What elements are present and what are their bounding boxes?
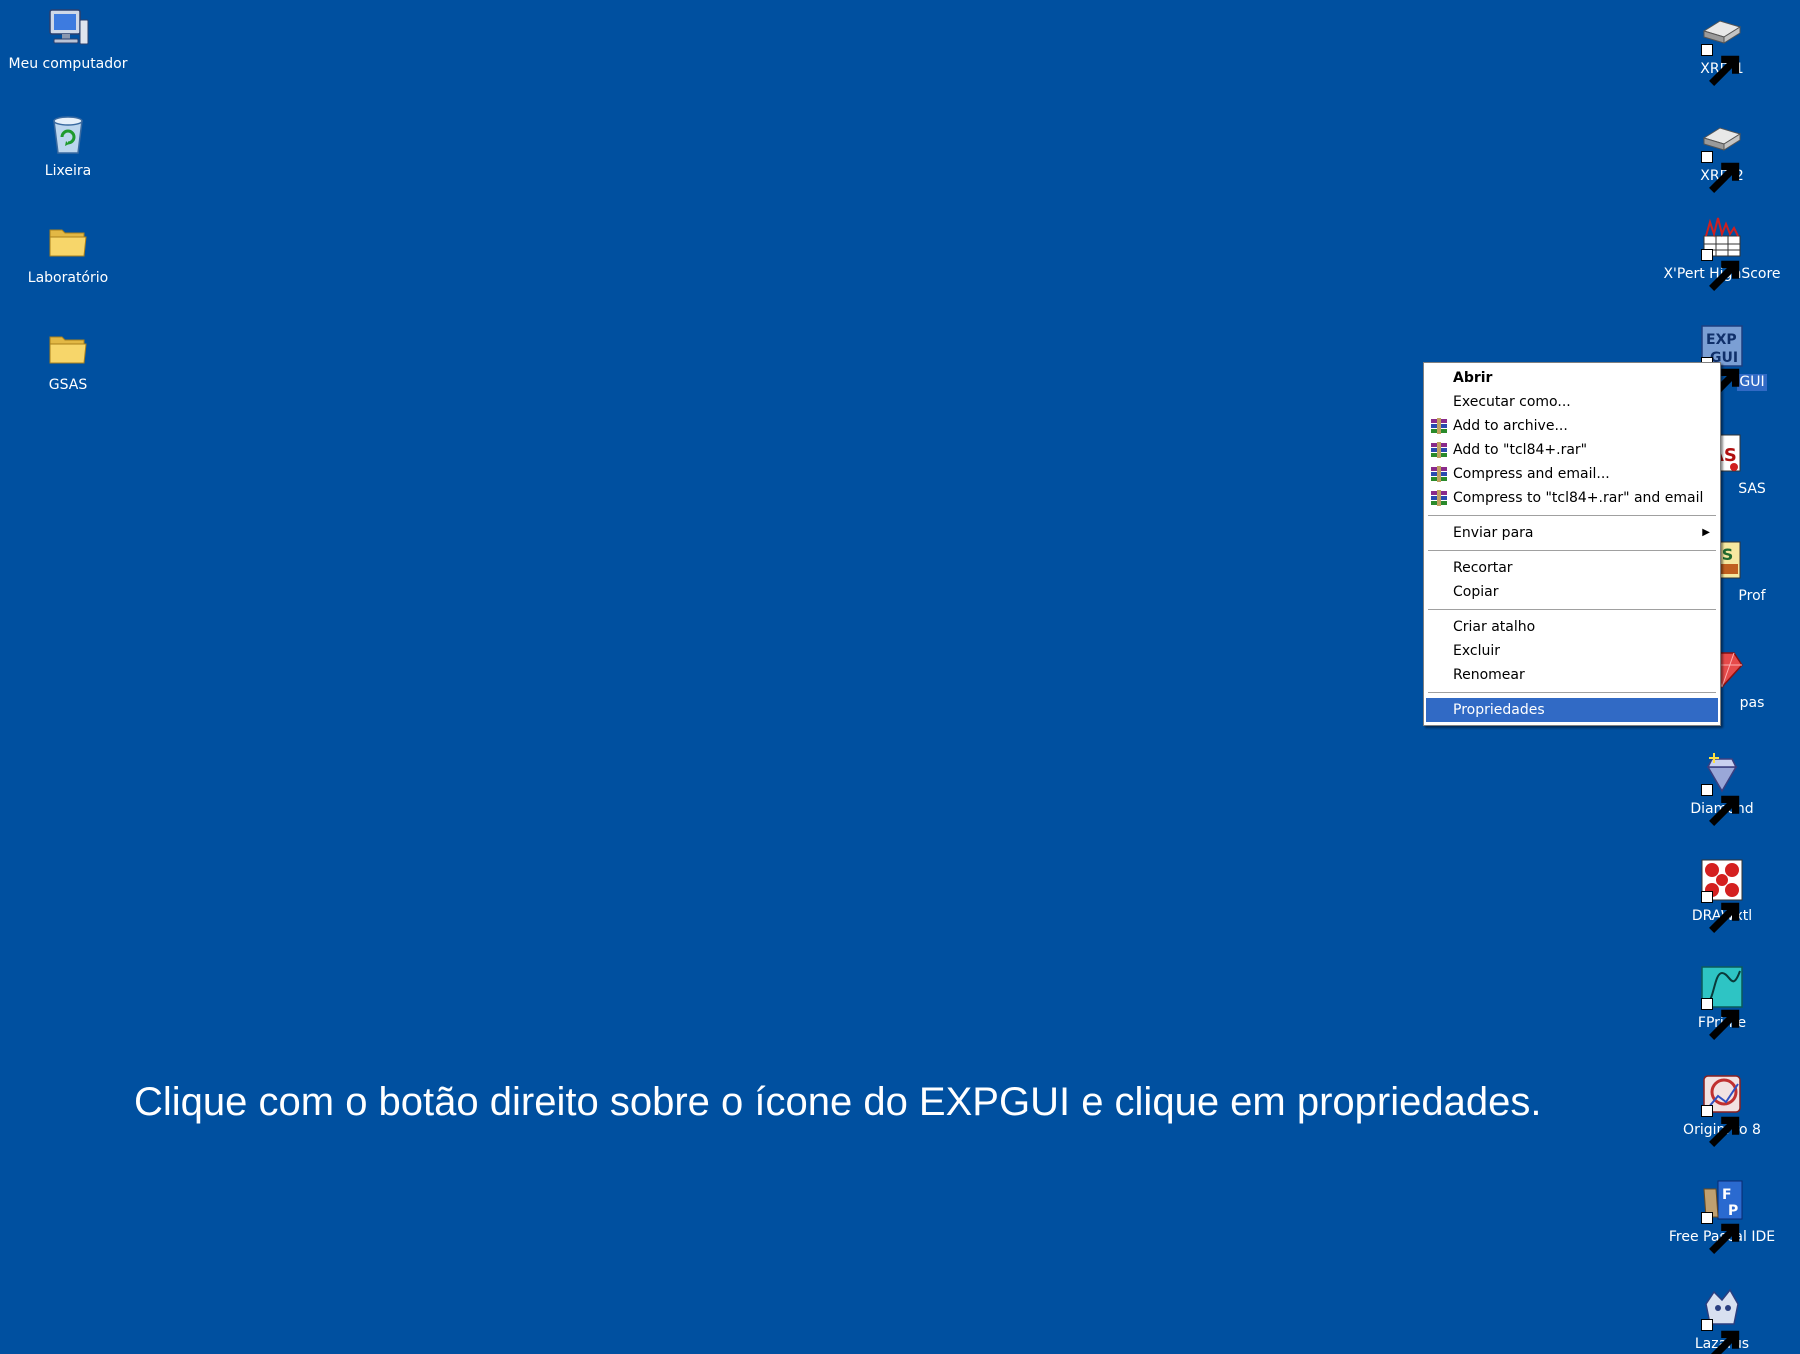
- drive-icon: [1698, 116, 1746, 193]
- svg-text:F: F: [1722, 1187, 1732, 1203]
- menu-item-label: Abrir: [1453, 370, 1493, 386]
- menu-item-renomear[interactable]: Renomear: [1426, 663, 1718, 687]
- desktop-icon-gsas-folder[interactable]: GSAS: [3, 325, 133, 394]
- winrar-icon: [1430, 442, 1448, 458]
- desktop-icon-originpro[interactable]: OriginPro 8: [1657, 1070, 1787, 1147]
- shortcut-arrow-icon: [1701, 1105, 1740, 1147]
- desktop-icon-label: Prof: [1738, 588, 1766, 604]
- folder-icon: [44, 325, 92, 373]
- recycle-bin-icon: [44, 111, 92, 159]
- menu-item-compress-to-rar-and-email[interactable]: Compress to "tcl84+.rar" and email: [1426, 486, 1718, 510]
- originpro-icon: [1698, 1070, 1746, 1147]
- menu-item-excluir[interactable]: Excluir: [1426, 639, 1718, 663]
- submenu-arrow-icon: ▶: [1702, 527, 1710, 538]
- desktop-icon-label: GSAS: [48, 377, 88, 393]
- menu-separator: [1428, 692, 1716, 693]
- menu-item-label: Excluir: [1453, 643, 1500, 659]
- menu-item-recortar[interactable]: Recortar: [1426, 556, 1718, 580]
- menu-item-propriedades[interactable]: Propriedades: [1426, 698, 1718, 722]
- winrar-icon: [1430, 490, 1448, 506]
- folder-icon: [44, 218, 92, 266]
- menu-item-label: Propriedades: [1453, 702, 1545, 718]
- desktop-icon-lixeira[interactable]: Lixeira: [3, 111, 133, 180]
- menu-separator: [1428, 515, 1716, 516]
- shortcut-arrow-icon: [1701, 44, 1740, 86]
- shortcut-arrow-icon: [1701, 151, 1740, 193]
- desktop-icon-diamond[interactable]: Diamond: [1657, 749, 1787, 826]
- menu-item-label: Copiar: [1453, 584, 1499, 600]
- menu-item-label: Criar atalho: [1453, 619, 1536, 635]
- desktop-icon-label: Meu computador: [8, 56, 128, 72]
- desktop-icon-laboratorio[interactable]: Laboratório: [3, 218, 133, 287]
- menu-item-label: Compress to "tcl84+.rar" and email: [1453, 490, 1704, 506]
- shortcut-arrow-icon: [1701, 249, 1740, 291]
- shortcut-arrow-icon: [1701, 998, 1740, 1040]
- desktop-icon-label: Lixeira: [44, 163, 92, 179]
- diamond-icon: [1698, 749, 1746, 826]
- menu-item-label: Enviar para: [1453, 525, 1534, 541]
- menu-item-compress-and-email[interactable]: Compress and email...: [1426, 462, 1718, 486]
- svg-text:EXP: EXP: [1706, 332, 1737, 348]
- desktop-icon-label: pas: [1739, 695, 1765, 711]
- desktop-icon-fprime[interactable]: FPrime: [1657, 963, 1787, 1040]
- winrar-icon: [1430, 466, 1448, 482]
- menu-item-enviar-para[interactable]: Enviar para ▶: [1426, 521, 1718, 545]
- menu-item-label: Executar como...: [1453, 394, 1571, 410]
- menu-item-label: Renomear: [1453, 667, 1525, 683]
- menu-item-abrir[interactable]: Abrir: [1426, 366, 1718, 390]
- shortcut-arrow-icon: [1701, 891, 1740, 933]
- desktop-icon-xrd2[interactable]: XRD 2: [1657, 116, 1787, 193]
- desktop-icon-lazarus[interactable]: Lazarus: [1657, 1284, 1787, 1354]
- shortcut-arrow-icon: [1701, 1212, 1740, 1254]
- winrar-icon: [1430, 418, 1448, 434]
- desktop-icon-label: SAS: [1738, 481, 1766, 497]
- fprime-icon: [1698, 963, 1746, 1040]
- lazarus-icon: [1698, 1284, 1746, 1354]
- instruction-caption: Clique com o botão direito sobre o ícone…: [134, 1080, 1542, 1124]
- menu-separator: [1428, 609, 1716, 610]
- freepascal-icon: F P: [1698, 1177, 1746, 1254]
- drawxtl-icon: [1698, 856, 1746, 933]
- my-computer-icon: [44, 4, 92, 52]
- menu-item-label: Compress and email...: [1453, 466, 1610, 482]
- menu-item-label: Add to "tcl84+.rar": [1453, 442, 1588, 458]
- desktop-icon-meu-computador[interactable]: Meu computador: [3, 4, 133, 73]
- shortcut-arrow-icon: [1701, 784, 1740, 826]
- menu-item-label: Recortar: [1453, 560, 1513, 576]
- menu-item-add-to-archive[interactable]: Add to archive...: [1426, 414, 1718, 438]
- desktop-icon-drawxtl[interactable]: DRAWxtl: [1657, 856, 1787, 933]
- desktop-icon-xpert-highscore[interactable]: X'Pert HighScore: [1657, 214, 1787, 291]
- drive-icon: [1698, 9, 1746, 86]
- desktop-icon-label: Laboratório: [27, 270, 109, 286]
- desktop-icon-free-pascal[interactable]: F P Free Pascal IDE: [1657, 1177, 1787, 1254]
- menu-separator: [1428, 550, 1716, 551]
- menu-item-criar-atalho[interactable]: Criar atalho: [1426, 615, 1718, 639]
- menu-item-label: Add to archive...: [1453, 418, 1568, 434]
- menu-item-copiar[interactable]: Copiar: [1426, 580, 1718, 604]
- context-menu: Abrir Executar como... Add to archive...…: [1423, 362, 1721, 726]
- menu-item-add-to-rar[interactable]: Add to "tcl84+.rar": [1426, 438, 1718, 462]
- desktop-icon-xrd1[interactable]: XRD 1: [1657, 9, 1787, 86]
- highscore-icon: [1698, 214, 1746, 291]
- menu-item-executar-como[interactable]: Executar como...: [1426, 390, 1718, 414]
- shortcut-arrow-icon: [1701, 1319, 1740, 1354]
